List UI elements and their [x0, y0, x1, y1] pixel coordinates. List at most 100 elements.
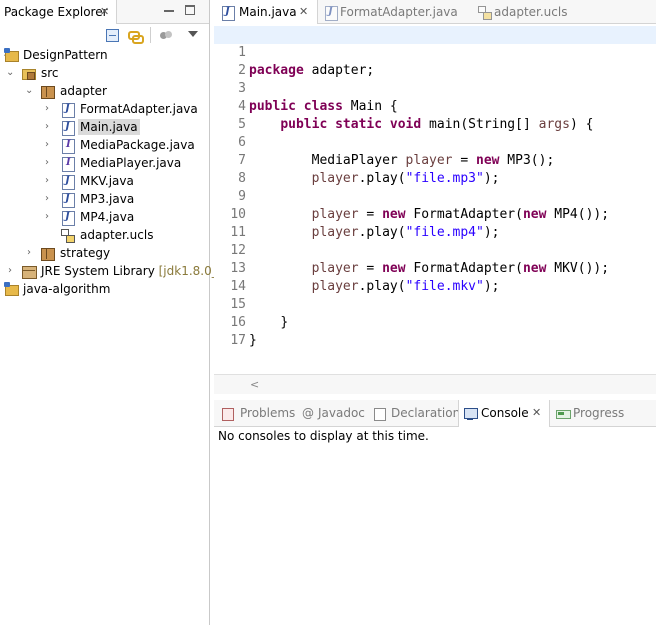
- tab-label: FormatAdapter.java: [340, 5, 458, 19]
- code-line: 17: [214, 314, 656, 348]
- tree-item-mediaplayer-java[interactable]: › MediaPlayer.java: [0, 154, 210, 172]
- tree-item-label: JRE System Library: [41, 264, 155, 278]
- tab-label: Problems: [240, 406, 296, 420]
- close-icon[interactable]: ✕: [532, 406, 541, 419]
- expand-arrow-icon[interactable]: ›: [45, 194, 53, 204]
- java-class-icon: [60, 120, 75, 136]
- tab-console[interactable]: Console ✕: [458, 400, 550, 427]
- view-menu-icon[interactable]: [188, 31, 198, 37]
- console-empty-message: No consoles to display at this time.: [218, 429, 429, 443]
- expand-arrow-icon[interactable]: ›: [45, 158, 53, 168]
- package-icon: [40, 84, 55, 99]
- java-editor: Main.java ✕ FormatAdapter.java adapter.u…: [214, 0, 656, 395]
- tab-problems[interactable]: Problems: [216, 400, 298, 427]
- tab-adapter-ucls[interactable]: adapter.ucls: [474, 0, 584, 24]
- tree-item-designpattern[interactable]: ⌄ DesignPattern: [0, 46, 210, 64]
- project-tree: ⌄ DesignPattern ⌄ src ⌄ adapter › Format…: [0, 46, 233, 298]
- java-interface-icon: [60, 138, 75, 154]
- project-icon: [4, 282, 19, 296]
- tree-item-adapter-ucls[interactable]: adapter.ucls: [0, 226, 210, 244]
- code-line: 2: [214, 44, 656, 78]
- java-class-icon: [60, 192, 75, 208]
- link-with-editor-icon[interactable]: [128, 29, 144, 44]
- library-icon: [21, 264, 37, 279]
- tab-label: adapter.ucls: [494, 5, 568, 19]
- tab-formatadapter-java[interactable]: FormatAdapter.java: [319, 0, 469, 24]
- package-icon: [40, 246, 55, 261]
- progress-icon: [556, 407, 571, 420]
- code-line: 6 MediaPlayer player = new MP3();: [214, 116, 656, 168]
- expand-arrow-icon[interactable]: ›: [45, 176, 53, 186]
- collapse-all-icon[interactable]: [106, 29, 119, 42]
- expand-arrow-icon[interactable]: ›: [27, 248, 35, 258]
- collapse-arrow-icon[interactable]: ⌄: [25, 86, 33, 96]
- code-line: 15 }: [214, 278, 656, 330]
- scroll-left-icon[interactable]: <: [250, 378, 259, 391]
- expand-arrow-icon[interactable]: ›: [8, 266, 16, 276]
- collapse-arrow-icon[interactable]: ⌄: [6, 68, 14, 78]
- tab-progress[interactable]: Progress: [554, 400, 634, 427]
- tree-item-main-java[interactable]: › Main.java: [0, 118, 210, 136]
- code-line: 5: [214, 98, 656, 132]
- expand-arrow-icon[interactable]: ›: [45, 212, 53, 222]
- expand-arrow-icon[interactable]: ›: [45, 140, 53, 150]
- tree-item-label: src: [41, 66, 59, 80]
- editor-tabbar: Main.java ✕ FormatAdapter.java adapter.u…: [214, 0, 656, 24]
- tab-package-explorer[interactable]: Package Explorer ✕: [0, 0, 117, 24]
- package-explorer-title: Package Explorer: [4, 5, 108, 19]
- tab-javadoc[interactable]: @ Javadoc: [300, 400, 370, 427]
- tree-item-mp3-java[interactable]: › MP3.java: [0, 190, 210, 208]
- tab-label: Progress: [573, 406, 625, 420]
- close-icon[interactable]: ✕: [299, 5, 308, 18]
- tree-item-formatadapter-java[interactable]: › FormatAdapter.java: [0, 100, 210, 118]
- project-icon: [4, 48, 19, 62]
- tree-item-mkv-java[interactable]: › MKV.java: [0, 172, 210, 190]
- code-line: 14: [214, 260, 656, 294]
- horizontal-scrollbar[interactable]: <: [214, 374, 656, 394]
- code-line: 4 public static void main(String[] args)…: [214, 80, 656, 132]
- tree-item-strategy-package[interactable]: › strategy: [0, 244, 210, 262]
- tree-item-label: MP3.java: [80, 192, 135, 206]
- expand-arrow-icon[interactable]: ›: [45, 122, 53, 132]
- tree-item-label: DesignPattern: [23, 48, 108, 62]
- java-class-icon: [60, 174, 75, 190]
- package-explorer-tabbar: Package Explorer ✕: [0, 0, 209, 24]
- java-interface-icon: [60, 156, 75, 172]
- code-line: 1 package adapter;: [214, 26, 656, 78]
- java-class-icon: [60, 210, 75, 226]
- tree-item-label: MKV.java: [80, 174, 134, 188]
- code-line: 9 player = new FormatAdapter(new MP4());: [214, 170, 656, 222]
- tab-main-java[interactable]: Main.java ✕: [214, 0, 318, 24]
- tree-item-mediapackage-java[interactable]: › MediaPackage.java: [0, 136, 210, 154]
- focus-on-active-task-icon[interactable]: [160, 29, 173, 42]
- problems-icon: [221, 407, 234, 421]
- tree-item-label: java-algorithm: [23, 282, 111, 296]
- code-line: 12 player = new FormatAdapter(new MKV())…: [214, 224, 656, 276]
- maximize-icon[interactable]: [185, 5, 195, 15]
- tree-item-adapter-package[interactable]: ⌄ adapter: [0, 82, 210, 100]
- tab-label: Javadoc: [318, 406, 365, 420]
- tree-item-jre-system-library[interactable]: › JRE System Library [jdk1.8.0_12: [0, 262, 233, 280]
- package-explorer-toolbar: [0, 24, 209, 46]
- minimize-icon[interactable]: [164, 6, 174, 16]
- bottom-tabbar: Problems @ Javadoc Declaration Console ✕…: [214, 400, 656, 427]
- class-diagram-file-icon: [60, 228, 75, 243]
- tab-label: Declaration: [391, 406, 461, 420]
- code-line: 3 public class Main {: [214, 62, 656, 114]
- toolbar-separator: [150, 27, 151, 43]
- tree-item-java-algorithm[interactable]: java-algorithm: [0, 280, 210, 298]
- tab-declaration[interactable]: Declaration: [370, 400, 461, 427]
- code-line: 11: [214, 206, 656, 240]
- close-icon[interactable]: ✕: [100, 5, 109, 18]
- declaration-icon: [373, 407, 386, 421]
- bottom-panel: Problems @ Javadoc Declaration Console ✕…: [214, 400, 656, 625]
- expand-arrow-icon[interactable]: ›: [45, 104, 53, 114]
- tree-item-mp4-java[interactable]: › MP4.java: [0, 208, 210, 226]
- tree-item-src[interactable]: ⌄ src: [0, 64, 210, 82]
- code-text-area[interactable]: 1 package adapter; 2 3 public class Main…: [214, 24, 656, 374]
- java-class-icon: [60, 102, 75, 118]
- code-line: 7 player.play("file.mp3");: [214, 134, 656, 186]
- source-folder-icon: [21, 66, 36, 80]
- code-line: 16 }: [214, 296, 656, 348]
- java-class-icon: [220, 5, 235, 21]
